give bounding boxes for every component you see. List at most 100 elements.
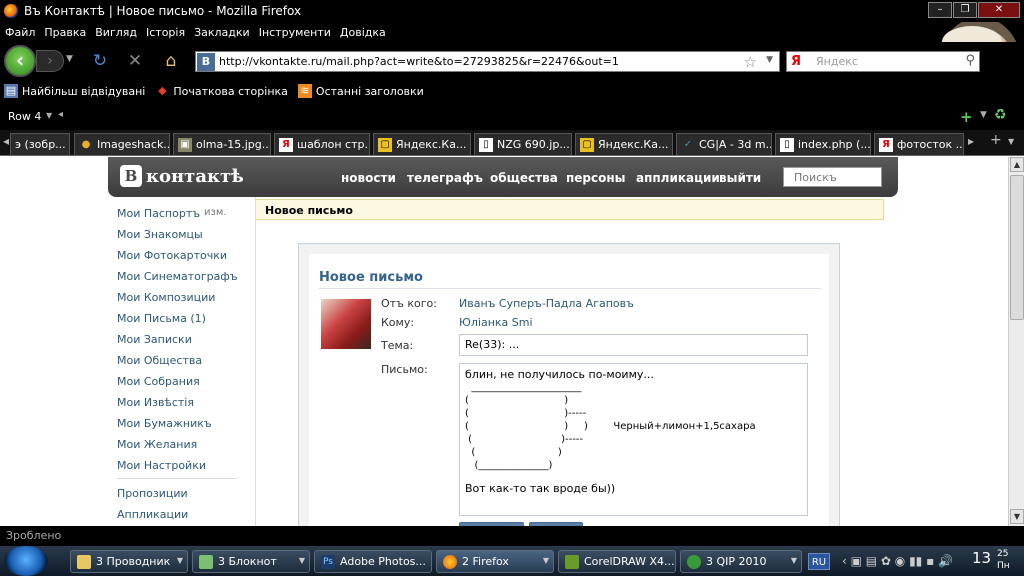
taskbar-photoshop[interactable]: Ps Adobe Photos... [314, 550, 432, 573]
reload-icon[interactable]: ↻ [89, 50, 111, 72]
tab-yandex-maps-1[interactable]: ▢ Яндекс.Ка... [373, 133, 471, 155]
sidebar-item-events[interactable]: Мои Собрания [117, 375, 200, 388]
sidebar-item-notes[interactable]: Мои Записки [117, 333, 192, 346]
nav-people[interactable]: персоны [566, 171, 626, 185]
close-button[interactable]: ✕ [978, 2, 1020, 18]
subject-input[interactable]: Re(33): ... [459, 334, 808, 356]
clock[interactable]: 13 25 Пн [972, 549, 1010, 571]
tab-yandex-maps-2[interactable]: ▢ Яндекс.Ка... [575, 133, 673, 155]
body-label: Письмо: [381, 363, 428, 376]
taskbar-firefox[interactable]: 2 Firefox ▼ [436, 550, 554, 573]
sidebar-item-groups[interactable]: Мои Общества [117, 354, 202, 367]
sender-avatar[interactable] [321, 299, 371, 349]
tab-scroll-right-icon[interactable]: ▸ [968, 134, 974, 148]
sidebar-edit-link[interactable]: изм. [204, 207, 227, 218]
search-icon[interactable]: ⚲ [965, 53, 975, 68]
sidebar-item-friends[interactable]: Мои Знакомцы [117, 228, 203, 241]
scroll-thumb[interactable] [1010, 175, 1024, 320]
from-value[interactable]: Иванъ Суперъ-Падла Агаповъ [459, 297, 634, 310]
sidebar-item-audio[interactable]: Мои Композиции [117, 291, 215, 304]
sidebar-item-settings[interactable]: Мои Настройки [117, 459, 206, 472]
group-dropdown-icon[interactable]: ▼ [791, 556, 797, 565]
sidebar-item-photos[interactable]: Мои Фотокарточки [117, 249, 227, 262]
bookmark-most-visited[interactable]: ▤ Найбільш відвідувані [4, 84, 145, 98]
site-logo[interactable]: Вконтактѣ [120, 165, 244, 187]
scroll-up-icon[interactable]: ▲ [1010, 157, 1024, 172]
search-bar[interactable]: Я Яндекс ⚲ [786, 51, 980, 72]
sidebar-item-wallet[interactable]: Мои Бумажникъ [117, 417, 212, 430]
stop-icon[interactable]: ✕ [124, 50, 146, 72]
page-scrollbar[interactable]: ▲ ▼ [1008, 157, 1024, 526]
menu-bookmarks[interactable]: Закладки [194, 26, 250, 39]
compose-panel: Новое письмо Отъ кого: Иванъ Суперъ-Падл… [298, 243, 840, 526]
clock-hour: 13 [972, 549, 992, 567]
site-search-input[interactable]: Поискъ [783, 167, 882, 187]
compose-form: Новое письмо Отъ кого: Иванъ Суперъ-Падл… [309, 254, 829, 526]
sidebar-item-proposals[interactable]: Пропозиции [117, 487, 188, 500]
recycle-icon[interactable]: ♻ [994, 107, 1007, 123]
menu-history[interactable]: Історія [146, 26, 185, 39]
sidebar-item-passport[interactable]: Мои Паспортъ [117, 207, 200, 220]
row-dropdown-icon[interactable]: ▼ [46, 111, 52, 120]
bookmark-latest-headlines[interactable]: ≋ Останні заголовки [297, 84, 424, 98]
tab-imageshack[interactable]: ● Imageshack... [74, 133, 170, 155]
menu-file[interactable]: Файл [5, 26, 35, 39]
tab-list-icon[interactable]: ▼ [1008, 137, 1014, 146]
tab-photostock[interactable]: Яфотосток ... [874, 133, 964, 155]
menu-edit[interactable]: Правка [44, 26, 86, 39]
yandex-engine-icon[interactable]: Я [791, 54, 801, 69]
system-tray[interactable]: ‹ ▣ ▤ ✿ ◉ ▮▮ ▪ 🔊 [842, 554, 953, 568]
nav-groups[interactable]: общества [490, 171, 558, 185]
address-bar[interactable]: B http://vkontakte.ru/mail.php?act=write… [195, 51, 780, 72]
to-value[interactable]: Юлiанка Smi [459, 316, 533, 329]
url-text[interactable]: http://vkontakte.ru/mail.php?act=write&t… [219, 55, 619, 68]
menu-tools[interactable]: Інструменти [259, 26, 331, 39]
menu-view[interactable]: Вигляд [95, 26, 137, 39]
menu-help[interactable]: Довідка [340, 26, 386, 39]
url-dropdown-icon[interactable]: ▼ [766, 55, 773, 65]
sidebar-item-news[interactable]: Мои Извѣстія [117, 396, 194, 409]
sidebar-item-applications[interactable]: Аппликации [117, 508, 188, 521]
nav-telegraph[interactable]: телеграфъ [407, 171, 483, 185]
minimize-button[interactable]: – [928, 2, 952, 18]
row-label[interactable]: Row 4 [8, 110, 41, 123]
bookmark-start-page[interactable]: ◆ Початкова сторінка [155, 84, 288, 98]
sidebar-item-wishes[interactable]: Мои Желания [117, 438, 197, 451]
taskbar-qip[interactable]: 3 QIP 2010 ▼ [680, 550, 802, 573]
sidebar-item-messages[interactable]: Мои Письма (1) [117, 312, 206, 325]
tab-template[interactable]: Яшаблон стр... [274, 133, 370, 155]
bookmark-star-icon[interactable]: ☆ [744, 53, 757, 71]
language-indicator[interactable]: RU [808, 553, 830, 570]
tab-index-php[interactable]: ▯ index.php (... [775, 133, 871, 155]
taskbar-explorer[interactable]: 3 Проводник ▼ [70, 550, 188, 573]
home-icon[interactable]: ⌂ [160, 50, 182, 72]
group-dropdown-icon[interactable]: ▼ [177, 556, 183, 565]
history-dropdown-icon[interactable]: ▼ [66, 54, 73, 64]
nav-logout[interactable]: выйти [719, 171, 761, 185]
tab-cga[interactable]: ✓ CG|A - 3d m... [676, 133, 772, 155]
new-tab-button[interactable]: + [990, 132, 1002, 148]
tab-image[interactable]: э (зобр... [10, 133, 70, 155]
maximize-button[interactable]: ❐ [953, 2, 977, 18]
tab-scroll-left-icon[interactable]: ◂ [3, 134, 9, 148]
sidebar-item-videos[interactable]: Мои Синематографъ [117, 270, 238, 283]
start-button[interactable] [4, 546, 48, 576]
back-button[interactable]: ‹ [4, 45, 36, 77]
taskbar-notepad[interactable]: 3 Блокнот ▼ [192, 550, 310, 573]
scroll-down-icon[interactable]: ▼ [1010, 509, 1024, 524]
firefox-icon: ◆ [158, 84, 167, 97]
group-dropdown-icon[interactable]: ▼ [543, 556, 549, 565]
addon-dropdown-icon[interactable]: ▼ [980, 110, 987, 120]
row-scroll-icon[interactable]: ◂ [58, 109, 63, 120]
search-placeholder[interactable]: Яндекс [816, 55, 858, 68]
tab-olma[interactable]: ▣ olma-15.jpg... [173, 133, 271, 155]
tab-nzg[interactable]: ▯ NZG 690.jp... [474, 133, 572, 155]
group-dropdown-icon[interactable]: ▼ [299, 556, 305, 565]
taskbar-coreldraw[interactable]: CorelDRAW X4... [558, 550, 676, 573]
nav-apps[interactable]: аппликации [636, 171, 720, 185]
nav-news[interactable]: новости [341, 171, 396, 185]
forward-button[interactable]: › [36, 50, 64, 72]
message-textarea[interactable]: блин, не получилось по-моиму... ________… [459, 363, 808, 516]
add-icon[interactable]: + [960, 108, 973, 126]
message-line-1: блин, не получилось по-моиму... [465, 368, 654, 381]
